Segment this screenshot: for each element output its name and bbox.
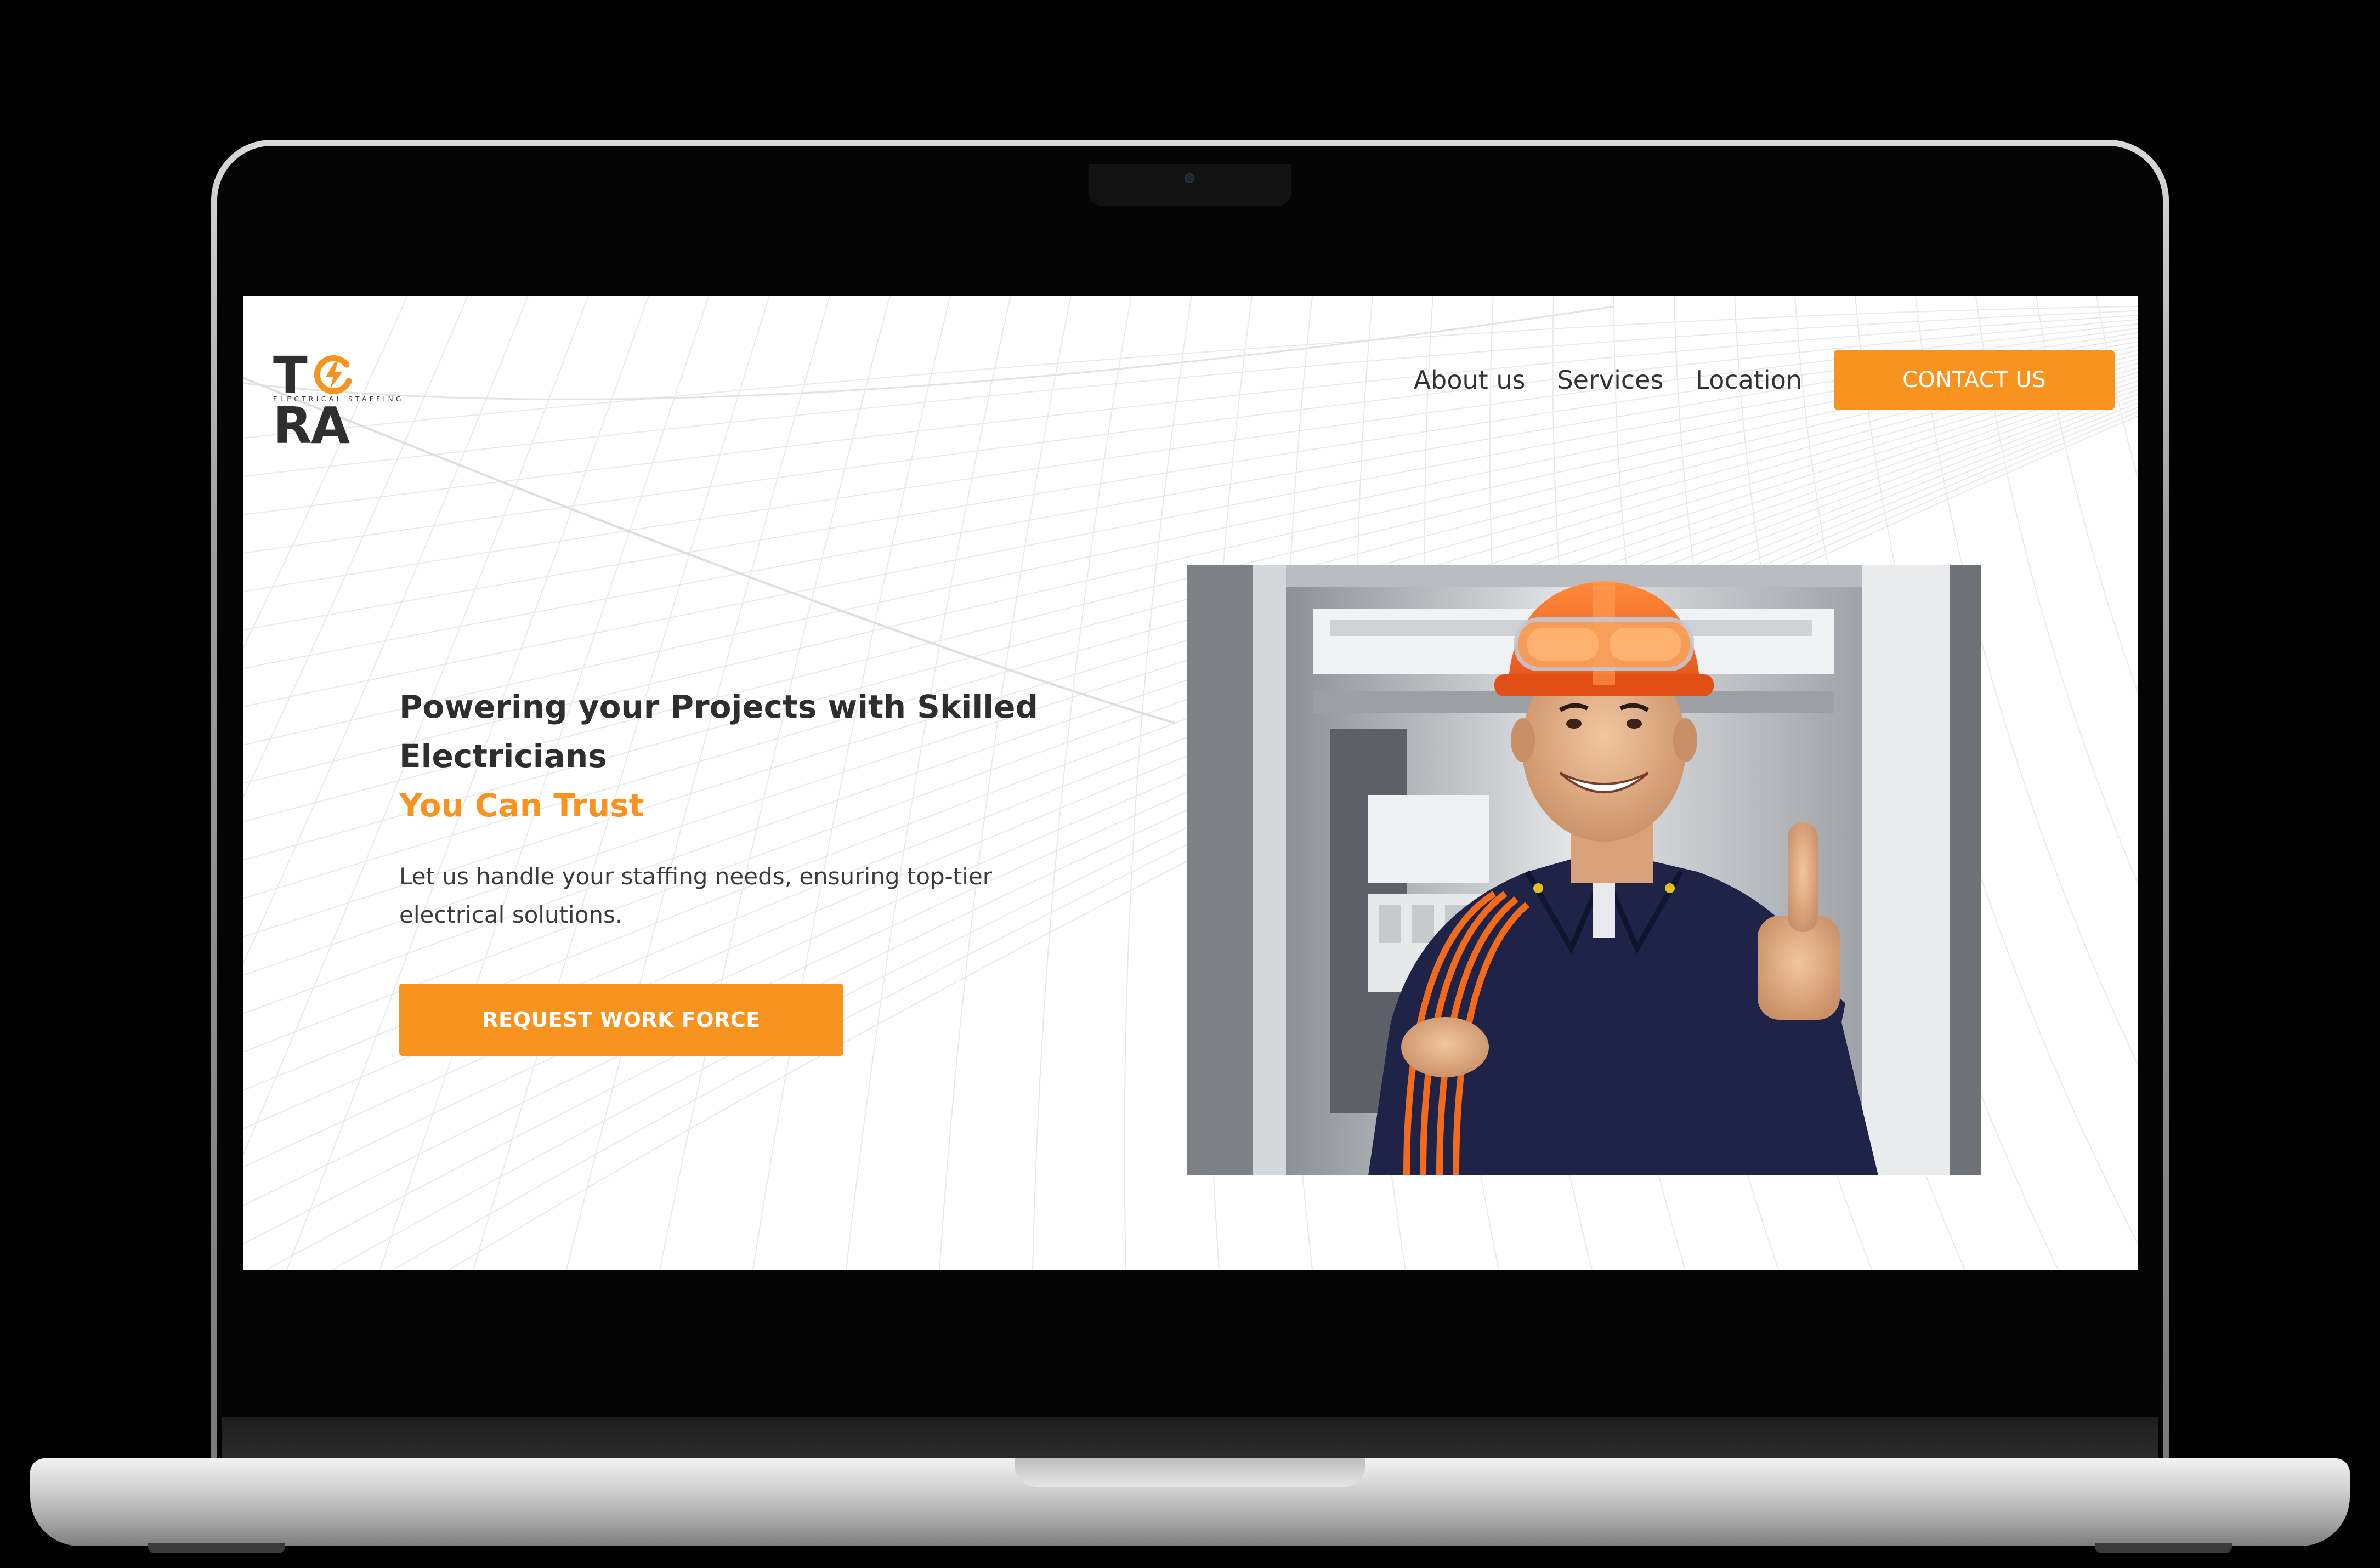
hero-description-line2: electrical solutions. [399,901,623,928]
laptop-foot-right [2095,1543,2232,1553]
laptop-foot-left [148,1543,285,1553]
tera-logo[interactable]: TRA ELECTRICAL STAFFING [273,350,421,451]
grid-meridian [1975,296,2138,884]
contact-us-button[interactable]: CONTACT US [1834,350,2115,410]
grid-meridian [1124,296,1192,1270]
website-screen: TRA ELECTRICAL STAFFING About us Service… [243,296,2138,1270]
hero-description-line1: Let us handle your staffing needs, ensur… [399,863,993,890]
nav-services[interactable]: Services [1557,365,1663,395]
hero-title-accent: You Can Trust [399,787,644,824]
trackpad-notch [1015,1458,1365,1487]
hero-title-line1: Powering your Projects with Skilled [399,688,1039,725]
logo-tagline: ELECTRICAL STAFFING [273,395,404,403]
main-nav: About us Services Location CONTACT US [1414,350,2115,410]
nav-about-us[interactable]: About us [1414,365,1526,395]
hero-description: Let us handle your staffing needs, ensur… [399,857,1057,934]
hero-title-line2: Electricians [399,737,607,775]
request-work-force-button[interactable]: REQUEST WORK FORCE [399,984,843,1056]
electrician-illustration [1187,565,1981,1175]
grid-meridian [2096,296,2138,480]
grid-curve [243,315,2138,515]
camera-icon [1185,173,1194,183]
electrician-photo [1187,565,1981,1175]
nav-location[interactable]: Location [1695,365,1802,395]
camera-notch [1089,164,1291,206]
screen-hinge-bezel [222,1417,2158,1461]
laptop-mockup: TRA ELECTRICAL STAFFING About us Service… [0,0,2380,1568]
hero-title: Powering your Projects with Skilled Elec… [399,682,1057,830]
grid-meridian [2036,296,2138,694]
lightning-bolt-icon [314,355,352,394]
